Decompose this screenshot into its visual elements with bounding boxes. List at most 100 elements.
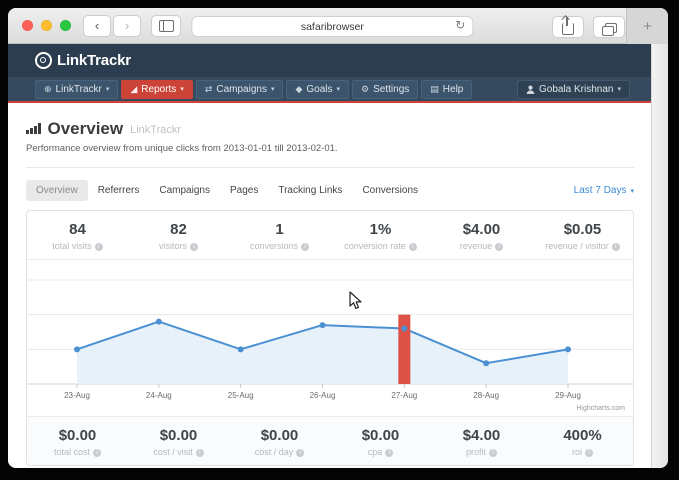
- user-menu[interactable]: Gobala Krishnan ▾: [517, 80, 630, 99]
- stat-label: revenuei: [431, 241, 532, 251]
- reload-button[interactable]: ↻: [455, 18, 465, 32]
- stats-row-bottom: $0.00 total costi $0.00 cost / visiti $0…: [27, 416, 633, 465]
- address-bar[interactable]: safaribrowser ↻: [191, 16, 473, 37]
- svg-text:29-Aug: 29-Aug: [555, 391, 581, 400]
- stat-label: roii: [532, 447, 633, 457]
- stat-cost-visit: $0.00 cost / visiti: [128, 417, 229, 465]
- svg-text:23-Aug: 23-Aug: [64, 391, 90, 400]
- nav-item-linktrackr[interactable]: ⊕ LinkTrackr ▾: [35, 80, 118, 99]
- browser-scrollbar[interactable]: [651, 44, 668, 468]
- stat-label-text: profit: [466, 447, 486, 457]
- nav-item-goals[interactable]: ◆ Goals ▾: [286, 80, 349, 99]
- stat-label-text: cpa: [368, 447, 383, 457]
- stat-label-text: revenue: [460, 241, 493, 251]
- zoom-window-button[interactable]: [60, 20, 71, 31]
- caret-down-icon: ▾: [106, 85, 110, 93]
- tab-tracking-links[interactable]: Tracking Links: [268, 180, 352, 201]
- tab-referrers[interactable]: Referrers: [88, 180, 150, 201]
- stat-conversions: 1 conversionsi: [229, 211, 330, 259]
- stat-value: 400%: [532, 427, 633, 444]
- svg-text:26-Aug: 26-Aug: [310, 391, 336, 400]
- info-icon[interactable]: i: [495, 243, 503, 251]
- stat-value: $0.00: [229, 427, 330, 444]
- info-icon[interactable]: i: [585, 449, 593, 457]
- stat-value: 84: [27, 221, 128, 238]
- info-icon[interactable]: i: [95, 243, 103, 251]
- stat-label-text: conversions: [250, 241, 298, 251]
- stat-label-text: total visits: [52, 241, 92, 251]
- new-tab-button[interactable]: +: [626, 8, 668, 44]
- nav-label: Help: [443, 84, 464, 95]
- stat-label-text: revenue / visitor: [545, 241, 609, 251]
- page-title: Overview: [48, 120, 124, 137]
- tab-conversions[interactable]: Conversions: [352, 180, 428, 201]
- info-icon[interactable]: i: [301, 243, 309, 251]
- stat-label: visitorsi: [128, 241, 229, 251]
- app-header: LinkTrackr: [8, 44, 652, 77]
- linktrackr-logo-icon: [35, 52, 52, 69]
- caret-down-icon: ▾: [271, 85, 275, 93]
- share-button[interactable]: [552, 16, 584, 38]
- nav-label: Settings: [373, 84, 409, 95]
- globe-icon: ⊕: [44, 84, 52, 95]
- caret-down-icon: ▾: [630, 187, 634, 195]
- date-range-label: Last 7 Days: [574, 185, 627, 196]
- stat-value: $4.00: [431, 221, 532, 238]
- page-title-block: Overview LinkTrackr Performance overview…: [26, 103, 634, 168]
- info-icon[interactable]: i: [93, 449, 101, 457]
- nav-item-campaigns[interactable]: ⇄ Campaigns ▾: [196, 80, 284, 99]
- sidebar-toggle-button[interactable]: [151, 15, 181, 37]
- stat-label: total costi: [27, 447, 128, 457]
- nav-item-help[interactable]: ▤ Help: [421, 80, 472, 99]
- svg-text:24-Aug: 24-Aug: [146, 391, 172, 400]
- info-icon[interactable]: i: [196, 449, 204, 457]
- address-bar-url: safaribrowser: [301, 21, 364, 33]
- tab-pages[interactable]: Pages: [220, 180, 268, 201]
- svg-text:28-Aug: 28-Aug: [473, 391, 499, 400]
- history-nav: ‹ ›: [83, 15, 141, 37]
- share-icon: [562, 23, 574, 35]
- tab-overview[interactable]: Overview: [26, 180, 88, 201]
- page-subtitle: Performance overview from unique clicks …: [26, 143, 634, 154]
- stat-value: $0.00: [27, 427, 128, 444]
- browser-titlebar: ‹ › safaribrowser ↻ +: [8, 8, 668, 44]
- stat-label: conversion ratei: [330, 241, 431, 251]
- stat-conversion-rate: 1% conversion ratei: [330, 211, 431, 259]
- tab-campaigns[interactable]: Campaigns: [149, 180, 220, 201]
- nav-item-reports[interactable]: ◢ Reports ▾: [121, 80, 192, 99]
- area-chart-icon: ◢: [130, 84, 137, 95]
- nav-label: Goals: [306, 84, 332, 95]
- book-icon: ▤: [430, 84, 439, 95]
- info-icon[interactable]: i: [489, 449, 497, 457]
- caret-down-icon: ▾: [337, 85, 341, 93]
- svg-text:27-Aug: 27-Aug: [391, 391, 417, 400]
- page-title-suffix: LinkTrackr: [130, 124, 181, 136]
- visits-area-chart[interactable]: 23-Aug24-Aug25-Aug26-Aug27-Aug28-Aug29-A…: [27, 260, 633, 416]
- info-icon[interactable]: i: [409, 243, 417, 251]
- close-window-button[interactable]: [22, 20, 33, 31]
- stat-label: profiti: [431, 447, 532, 457]
- linktrackr-logo[interactable]: LinkTrackr: [35, 52, 131, 69]
- caret-down-icon: ▾: [617, 85, 621, 93]
- forward-button[interactable]: ›: [113, 15, 141, 37]
- stat-label: revenue / visitori: [532, 241, 633, 251]
- reload-icon: ↻: [455, 18, 465, 32]
- info-icon[interactable]: i: [385, 449, 393, 457]
- forward-icon: ›: [125, 19, 129, 32]
- nav-label: LinkTrackr: [56, 84, 102, 95]
- show-tabs-button[interactable]: [593, 16, 625, 38]
- info-icon[interactable]: i: [296, 449, 304, 457]
- wrench-icon: ⚙: [361, 84, 369, 95]
- minimize-window-button[interactable]: [41, 20, 52, 31]
- titlebar-right-buttons: [552, 16, 625, 38]
- info-icon[interactable]: i: [612, 243, 620, 251]
- info-icon[interactable]: i: [190, 243, 198, 251]
- nav-item-settings[interactable]: ⚙ Settings: [352, 80, 418, 99]
- stat-label-text: visitors: [159, 241, 187, 251]
- caret-down-icon: ▾: [180, 85, 184, 93]
- page-viewport: LinkTrackr ⊕ LinkTrackr ▾ ◢ Reports ▾ ⇄ …: [8, 44, 652, 468]
- sidebar-icon: [159, 20, 174, 32]
- back-button[interactable]: ‹: [83, 15, 111, 37]
- date-range-selector[interactable]: Last 7 Days ▾: [574, 185, 634, 196]
- stat-value: 1: [229, 221, 330, 238]
